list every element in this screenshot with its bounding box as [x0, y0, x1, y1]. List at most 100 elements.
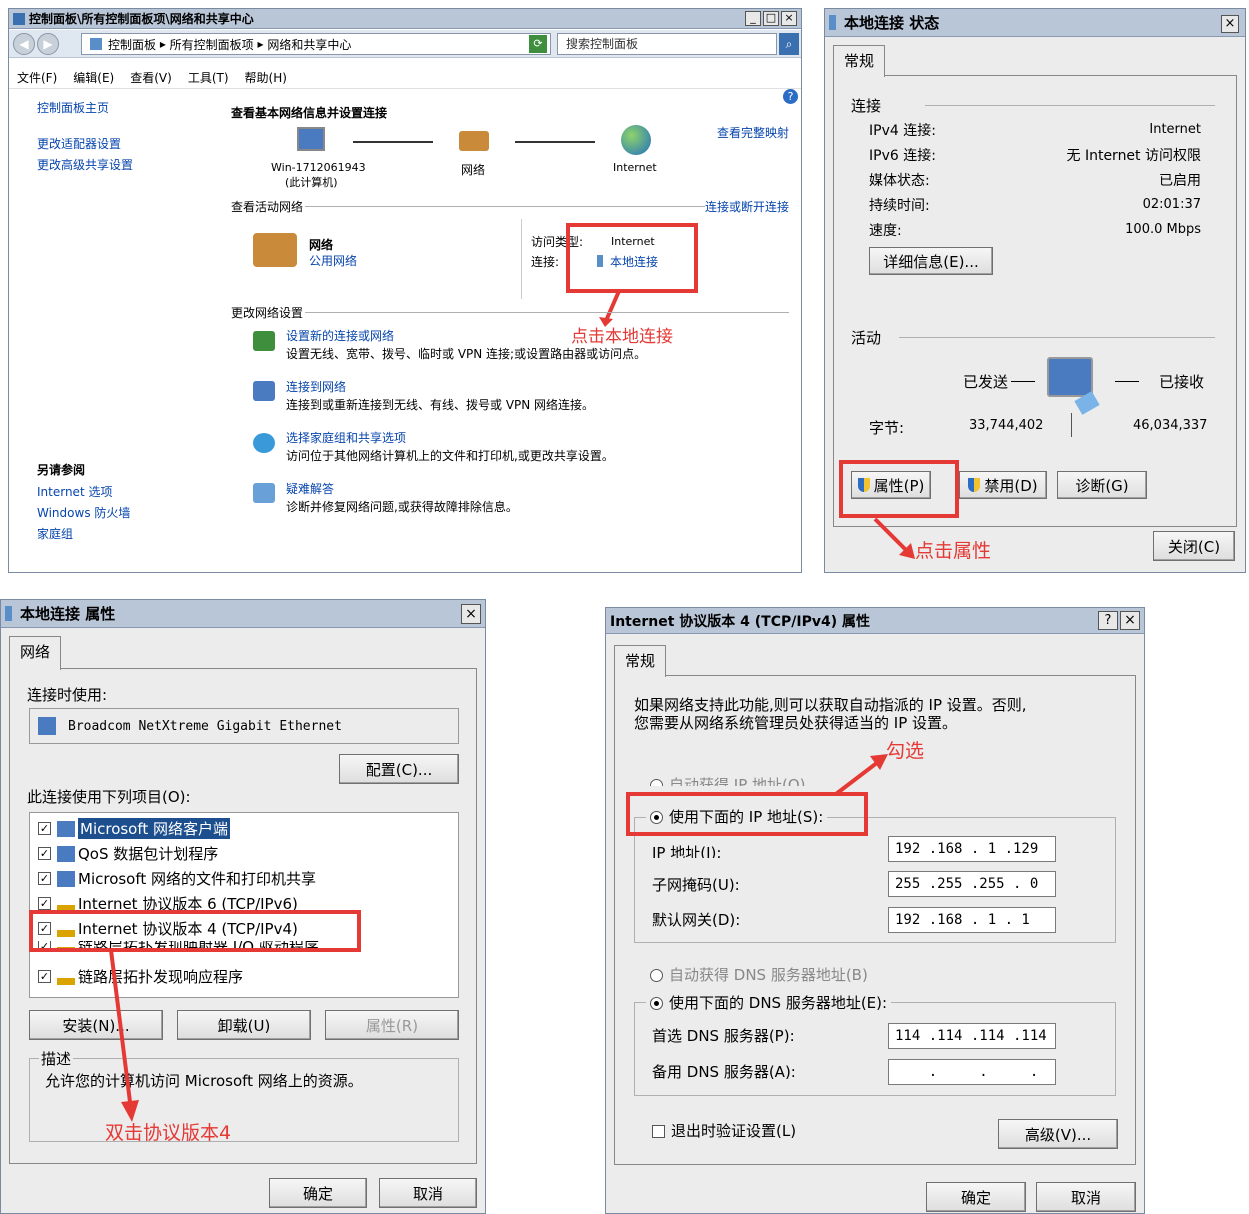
configure-button[interactable]: 配置(C)...	[339, 754, 459, 784]
checkbox[interactable]: ✓	[38, 847, 51, 860]
new-connection-icon	[253, 331, 275, 351]
back-button[interactable]: ◀	[13, 33, 35, 55]
annotation-arrow	[109, 949, 139, 1122]
menu-bar: 文件(F) 编辑(E) 查看(V) 工具(T) 帮助(H)	[9, 67, 801, 89]
menu-help[interactable]: 帮助(H)	[245, 69, 287, 86]
annotation-double-click-ipv4: 双击协议版本4	[105, 1122, 232, 1144]
connection-icon	[5, 606, 12, 621]
active-sep	[305, 206, 705, 207]
advanced-button[interactable]: 高级(V)...	[998, 1119, 1118, 1149]
side-link-sharing[interactable]: 更改高级共享设置	[37, 156, 133, 173]
adapter-box: Broadcom NetXtreme Gigabit Ethernet	[29, 708, 459, 744]
page-title: 查看基本网络信息并设置连接	[231, 106, 388, 120]
task-troubleshoot[interactable]: 疑难解答	[286, 480, 334, 497]
checkbox[interactable]	[652, 1125, 665, 1138]
gateway-label: 默认网关(D):	[652, 911, 741, 929]
view-full-map-link[interactable]: 查看完整映射	[717, 124, 789, 141]
close-button[interactable]: ×	[1221, 15, 1239, 33]
description-text: 允许您的计算机访问 Microsoft 网络上的资源。	[45, 1072, 363, 1090]
qos-icon	[57, 845, 75, 862]
checkbox[interactable]: ✓	[38, 872, 51, 885]
address-bar[interactable]: 控制面板 ▸ 所有控制面板项 ▸ 网络和共享中心 ▼	[81, 33, 551, 55]
connection-group-title: 连接	[851, 97, 882, 115]
see-also-homegroup[interactable]: 家庭组	[37, 525, 73, 542]
connect-disconnect-link[interactable]: 连接或断开连接	[705, 198, 789, 215]
ipv4-value: Internet	[1149, 122, 1201, 137]
cancel-button[interactable]: 取消	[379, 1178, 477, 1208]
details-button[interactable]: 详细信息(E)...	[869, 247, 993, 275]
control-panel-window: 控制面板\所有控制面板项\网络和共享中心 _ □ × ◀ ▶ 控制面板 ▸ 所有…	[8, 8, 802, 573]
disable-button[interactable]: 禁用(D)	[959, 471, 1047, 499]
bytes-divider	[1071, 413, 1072, 437]
alternate-dns-field[interactable]: . . .	[888, 1059, 1056, 1085]
computer-icon	[297, 127, 325, 151]
tab-general[interactable]: 常规	[833, 45, 886, 77]
help-button[interactable]: ?	[1098, 611, 1118, 630]
map-computer-sub: (此计算机)	[285, 176, 338, 189]
task-connect[interactable]: 连接到网络	[286, 378, 346, 395]
sharing-icon	[57, 870, 75, 887]
menu-view[interactable]: 查看(V)	[130, 69, 172, 86]
item-properties-button[interactable]: 属性(R)	[325, 1010, 459, 1040]
cancel-button[interactable]: 取消	[1036, 1182, 1136, 1212]
list-item-qos[interactable]: ✓ QoS 数据包计划程序	[38, 843, 218, 864]
close-button[interactable]: ×	[461, 604, 481, 624]
menu-tools[interactable]: 工具(T)	[188, 69, 229, 86]
preferred-dns-field[interactable]: 114 .114 .114 .114	[888, 1023, 1056, 1049]
manual-dns-radio[interactable]: 使用下面的 DNS 服务器地址(E):	[646, 992, 892, 1013]
forward-button[interactable]: ▶	[37, 33, 59, 55]
activity-group-title: 活动	[851, 329, 882, 347]
side-link-home[interactable]: 控制面板主页	[37, 99, 109, 116]
refresh-button[interactable]: ⟳	[529, 35, 547, 53]
breadcrumb-network-center[interactable]: 网络和共享中心	[267, 36, 351, 53]
task-homegroup[interactable]: 选择家庭组和共享选项	[286, 429, 406, 446]
radio[interactable]	[650, 997, 663, 1010]
breadcrumb-control-panel[interactable]: 控制面板	[108, 36, 156, 53]
subnet-mask-field[interactable]: 255 .255 .255 . 0	[888, 871, 1056, 897]
see-also-firewall[interactable]: Windows 防火墙	[37, 504, 130, 521]
task-new-connection-desc: 设置无线、宽带、拨号、临时或 VPN 连接;或设置路由器或访问点。	[286, 347, 647, 361]
menu-file[interactable]: 文件(F)	[17, 69, 57, 86]
media-value: 已启用	[1159, 173, 1201, 189]
search-input[interactable]: 搜索控制面板	[557, 33, 777, 55]
annotation-arrow	[873, 517, 915, 559]
close-dialog-button[interactable]: 关闭(C)	[1153, 531, 1235, 561]
validate-checkbox[interactable]: 退出时验证设置(L)	[652, 1120, 796, 1141]
ok-button[interactable]: 确定	[269, 1178, 367, 1208]
items-list[interactable]: ✓ Microsoft 网络客户端 ✓ QoS 数据包计划程序 ✓ Microsoft…	[29, 812, 459, 998]
map-line	[353, 141, 433, 143]
task-new-connection[interactable]: 设置新的连接或网络	[286, 327, 394, 344]
shield-icon	[968, 478, 981, 492]
radio[interactable]	[650, 779, 663, 786]
search-icon[interactable]: ⌕	[779, 33, 799, 55]
radio[interactable]	[650, 969, 663, 982]
breadcrumb-all-items[interactable]: 所有控制面板项	[170, 36, 254, 53]
auto-dns-radio[interactable]: 自动获得 DNS 服务器地址(B)	[650, 964, 868, 985]
close-button[interactable]: ×	[781, 11, 797, 26]
see-also-internet-options[interactable]: Internet 选项	[37, 483, 112, 500]
window-title: 控制面板\所有控制面板项\网络和共享中心	[29, 12, 254, 26]
menu-edit[interactable]: 编辑(E)	[73, 69, 114, 86]
network-type-link[interactable]: 公用网络	[309, 252, 357, 269]
ok-button[interactable]: 确定	[926, 1182, 1026, 1212]
tab-network[interactable]: 网络	[9, 636, 62, 670]
ip-address-field[interactable]: 192 .168 . 1 .129	[888, 836, 1056, 862]
close-button[interactable]: ×	[1120, 611, 1140, 630]
tab-general[interactable]: 常规	[614, 645, 667, 677]
checkbox[interactable]: ✓	[38, 822, 51, 835]
list-item-ms-client[interactable]: ✓ Microsoft 网络客户端	[38, 818, 231, 839]
diagnose-button[interactable]: 诊断(G)	[1057, 471, 1147, 499]
map-network: 网络	[461, 163, 486, 177]
auto-ip-radio[interactable]: 自动获得 IP 地址(O)	[650, 774, 806, 786]
annotation-box-ipv4	[29, 910, 361, 952]
minimize-button[interactable]: _	[745, 11, 761, 26]
sent-line	[1011, 381, 1035, 382]
help-icon[interactable]: ?	[783, 89, 798, 104]
checkbox[interactable]: ✓	[38, 897, 51, 910]
checkbox[interactable]: ✓	[38, 970, 51, 983]
side-link-adapter[interactable]: 更改适配器设置	[37, 135, 121, 152]
gateway-field[interactable]: 192 .168 . 1 . 1	[888, 907, 1056, 933]
uninstall-button[interactable]: 卸载(U)	[177, 1010, 311, 1040]
maximize-button[interactable]: □	[763, 11, 779, 26]
list-item-file-sharing[interactable]: ✓ Microsoft 网络的文件和打印机共享	[38, 868, 316, 889]
